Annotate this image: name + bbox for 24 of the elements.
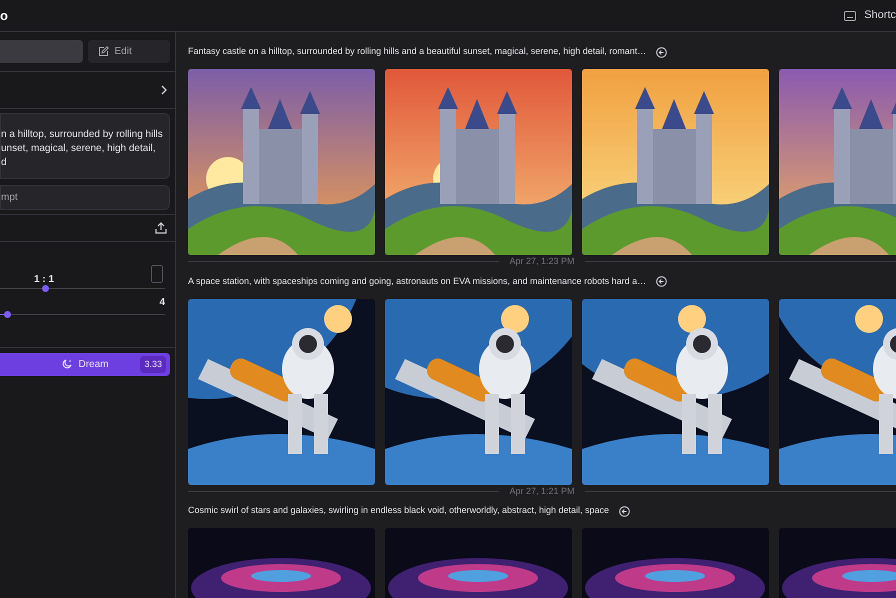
- prompt-title: Cosmic swirl of stars and galaxies, swirling in endless black void, otherworldly, abstract, high detail, space: [188, 504, 610, 518]
- phone-icon[interactable]: [151, 265, 163, 283]
- negative-prompt-field[interactable]: mpt: [0, 185, 170, 210]
- chevron-right-icon: [161, 85, 167, 95]
- timestamp: Apr 27, 1:23 PM: [509, 255, 575, 268]
- moon-stars-icon: [61, 359, 72, 370]
- keyboard-icon: [844, 10, 856, 20]
- reuse-prompt-icon[interactable]: [619, 506, 630, 516]
- cost-badge: 3.33: [140, 356, 166, 374]
- prompt-title: A space station, with spaceships coming and going, astronauts on EVA missions, and maintenance robots hard a…: [188, 274, 646, 288]
- reuse-prompt-icon[interactable]: [656, 276, 668, 287]
- shortcuts-button[interactable]: Shortc: [864, 7, 896, 24]
- upload-icon[interactable]: [155, 222, 167, 234]
- image-count-value: 4: [159, 296, 165, 310]
- reuse-prompt-icon[interactable]: [656, 46, 668, 58]
- tab[interactable]: Edit: [88, 40, 170, 63]
- edit-icon: [98, 46, 108, 57]
- prompt-text: n a hilltop, surrounded by rolling hills unset, magical, serene, high detail, d: [1, 128, 164, 170]
- app-title: o: [0, 6, 8, 25]
- aspect-ratio-value: 1 : 1: [34, 273, 54, 287]
- timestamp: Apr 27, 1:21 PM: [509, 484, 575, 498]
- prompt-field[interactable]: n a hilltop, surrounded by rolling hills unset, magical, serene, high detail, d: [0, 113, 170, 179]
- dream-button[interactable]: Dream 3.33: [0, 353, 170, 376]
- prompt-title: Fantasy castle on a hilltop, surrounded by rolling hills and a beautiful sunset, magical, serene, high detail, romant…: [188, 45, 646, 58]
